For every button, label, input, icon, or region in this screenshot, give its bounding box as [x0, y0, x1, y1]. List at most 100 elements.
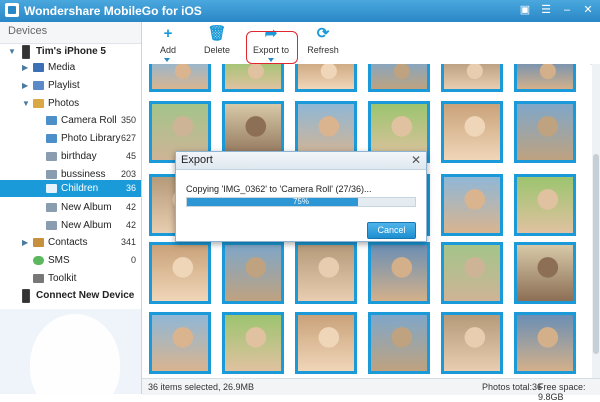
photo-thumbnail[interactable]	[295, 64, 357, 92]
sms-icon	[33, 256, 44, 265]
expand-arrow-icon[interactable]: ▶	[22, 234, 28, 251]
album-icon	[46, 184, 57, 193]
export-highlight-box	[246, 31, 298, 64]
progress-bar: 75%	[186, 197, 416, 207]
minimize-icon[interactable]: –	[561, 3, 573, 17]
apple-logo-icon	[30, 314, 120, 394]
toolbar: + Add 🗑 Delete ➦ Export to ⟳ Refresh	[142, 22, 600, 65]
close-icon[interactable]: ✕	[582, 3, 594, 17]
photo-image	[517, 64, 573, 89]
photo-thumbnail[interactable]	[514, 242, 576, 304]
scrollbar[interactable]	[592, 64, 600, 378]
sidebar-item-photos[interactable]: ▼ Photos	[0, 95, 141, 112]
photo-image	[152, 245, 208, 301]
photo-image	[152, 315, 208, 371]
sidebar-item-new-album-2[interactable]: New Album 42	[0, 217, 141, 234]
photo-thumbnail[interactable]	[222, 242, 284, 304]
selection-status: 36 items selected, 26.9MB	[148, 382, 255, 392]
album-icon	[46, 152, 57, 161]
photo-image	[444, 64, 500, 89]
photo-thumbnail[interactable]	[441, 242, 503, 304]
dialog-title: Export	[181, 154, 213, 166]
photo-image	[225, 64, 281, 89]
status-bar: 36 items selected, 26.9MB Photos total:3…	[142, 378, 600, 402]
sidebar-item-sms[interactable]: SMS 0	[0, 252, 141, 269]
photo-thumbnail[interactable]	[295, 242, 357, 304]
trash-icon: 🗑	[207, 25, 227, 42]
sidebar-item-toolkit[interactable]: Toolkit	[0, 270, 141, 287]
photo-thumbnail[interactable]	[441, 312, 503, 374]
photo-image	[517, 245, 573, 301]
delete-button[interactable]: 🗑 Delete	[192, 24, 242, 62]
device-name: Tim's iPhone 5	[36, 46, 106, 57]
photo-image	[371, 245, 427, 301]
add-dropdown-arrow-icon[interactable]	[164, 58, 170, 62]
scrollbar-thumb[interactable]	[593, 154, 599, 354]
photos-total: Photos total:36	[482, 382, 543, 392]
photo-thumbnail[interactable]	[222, 312, 284, 374]
photo-image	[152, 64, 208, 89]
photo-thumbnail[interactable]	[514, 64, 576, 92]
sidebar-item-photo-library[interactable]: Photo Library 627	[0, 130, 141, 147]
export-dialog: Export ✕ Copying 'IMG_0362' to 'Camera R…	[175, 151, 427, 242]
photo-thumbnail[interactable]	[514, 312, 576, 374]
app-logo-icon	[5, 3, 19, 17]
title-bar: Wondershare MobileGo for iOS ▣ ☰ – ✕	[0, 0, 600, 22]
photo-thumbnail[interactable]	[441, 64, 503, 92]
connect-new-device[interactable]: Connect New Device	[0, 287, 141, 304]
add-button[interactable]: + Add	[143, 24, 193, 62]
close-icon[interactable]: ✕	[411, 153, 421, 167]
refresh-icon: ⟳	[316, 25, 330, 42]
iphone-icon	[22, 289, 30, 303]
sidebar-item-media[interactable]: ▶ Media	[0, 59, 141, 76]
sidebar-item-new-album[interactable]: New Album 42	[0, 199, 141, 216]
chat-icon[interactable]: ▣	[519, 3, 531, 17]
photo-thumbnail[interactable]	[222, 64, 284, 92]
copy-progress-message: Copying 'IMG_0362' to 'Camera Roll' (27/…	[186, 184, 372, 194]
album-icon	[46, 203, 57, 212]
photo-image	[517, 104, 573, 160]
photo-thumbnail[interactable]	[441, 101, 503, 163]
toolkit-icon	[33, 274, 44, 283]
photo-thumbnail[interactable]	[514, 174, 576, 236]
app-title: Wondershare MobileGo for iOS	[24, 4, 202, 18]
expand-arrow-icon[interactable]: ▶	[22, 59, 28, 76]
menu-icon[interactable]: ☰	[540, 3, 552, 17]
expand-arrow-icon[interactable]: ▶	[22, 77, 28, 94]
sidebar-item-playlist[interactable]: ▶ Playlist	[0, 77, 141, 94]
device-item[interactable]: ▼ Tim's iPhone 5	[0, 43, 141, 60]
photo-image	[444, 245, 500, 301]
playlist-icon	[33, 81, 44, 90]
contacts-icon	[33, 238, 44, 247]
photo-thumbnail[interactable]	[368, 312, 430, 374]
photo-image	[517, 315, 573, 371]
folder-icon	[46, 134, 57, 143]
sidebar-item-children[interactable]: Children 36	[0, 180, 141, 197]
sidebar-item-camera-roll[interactable]: Camera Roll 350	[0, 112, 141, 129]
photo-image	[371, 315, 427, 371]
album-icon	[46, 170, 57, 179]
refresh-button[interactable]: ⟳ Refresh	[298, 24, 348, 62]
cancel-button[interactable]: Cancel	[367, 222, 416, 239]
photo-image	[298, 245, 354, 301]
photo-thumbnail[interactable]	[368, 64, 430, 92]
photos-icon	[33, 99, 44, 108]
photo-image	[298, 64, 354, 89]
free-space: Free space: 9.8GB	[538, 382, 586, 402]
photo-image	[371, 64, 427, 89]
photo-thumbnail[interactable]	[149, 312, 211, 374]
collapse-arrow-icon[interactable]: ▼	[22, 95, 30, 112]
photo-image	[444, 104, 500, 160]
photo-thumbnail[interactable]	[295, 312, 357, 374]
photo-thumbnail[interactable]	[368, 242, 430, 304]
photo-thumbnail[interactable]	[149, 64, 211, 92]
sidebar-item-contacts[interactable]: ▶ Contacts 341	[0, 234, 141, 251]
sidebar-item-birthday[interactable]: birthday 45	[0, 148, 141, 165]
photo-image	[444, 315, 500, 371]
photo-thumbnail[interactable]	[149, 242, 211, 304]
dialog-header: Export ✕	[176, 152, 426, 170]
collapse-arrow-icon[interactable]: ▼	[8, 43, 16, 60]
photo-thumbnail[interactable]	[441, 174, 503, 236]
photo-thumbnail[interactable]	[514, 101, 576, 163]
folder-icon	[46, 116, 57, 125]
